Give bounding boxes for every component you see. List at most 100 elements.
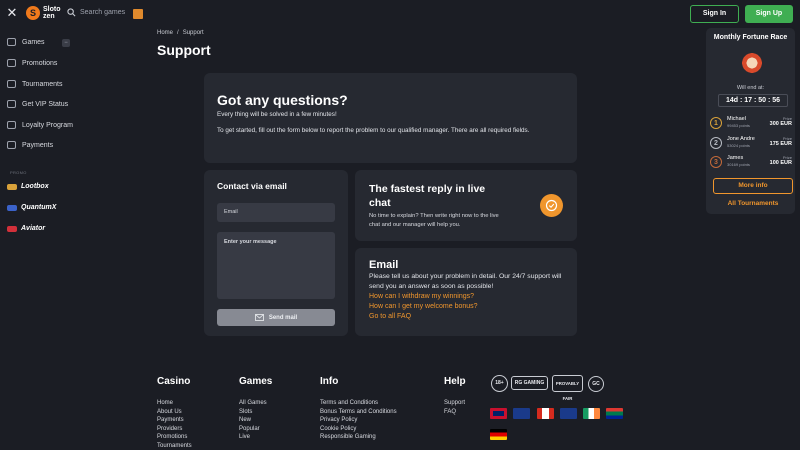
footer-link[interactable]: Popular xyxy=(239,425,267,434)
breadcrumb-current: Support xyxy=(182,30,204,36)
sidebar-item-vip[interactable]: Get VIP Status xyxy=(7,100,68,108)
footer-info-title: Info xyxy=(320,376,339,387)
questions-line2: To get started, fill out the form below … xyxy=(217,127,530,134)
gift-icon xyxy=(7,59,16,67)
footer-link[interactable]: Privacy Policy xyxy=(320,416,397,425)
rank-player-name: Michael xyxy=(727,116,746,122)
will-end-label: Will end at: xyxy=(736,85,765,91)
footer-link[interactable]: About Us xyxy=(157,408,192,417)
livechat-text: No time to explain? Then write right now… xyxy=(369,213,499,228)
race-timer: 14d : 17 : 50 : 56 xyxy=(718,94,788,107)
logo[interactable]: S Sloto zen xyxy=(26,6,69,20)
search-placeholder: Search games xyxy=(80,9,126,16)
rank-number: 2 xyxy=(710,137,722,149)
search-bar[interactable]: Search games xyxy=(67,8,125,17)
livechat-card: The fastest reply in live chat No time t… xyxy=(355,170,577,241)
flag-ireland-icon[interactable] xyxy=(583,408,600,419)
message-field[interactable]: Enter your message xyxy=(217,232,335,299)
rank-row: 3 James 30169 points Prize 100 EUR xyxy=(710,155,796,173)
footer-link[interactable]: All Games xyxy=(239,399,267,408)
questions-title: Got any questions? xyxy=(217,92,348,108)
promo-label: PROMO xyxy=(10,170,27,175)
rank-row: 2 Jone Andre 53024 points Prize 175 EUR xyxy=(710,136,796,154)
breadcrumb-home[interactable]: Home xyxy=(157,30,173,36)
sidebar-item-promotions[interactable]: Promotions xyxy=(7,59,57,67)
breadcrumb: Home / Support xyxy=(157,30,204,36)
footer-link[interactable]: Tournaments xyxy=(157,442,192,450)
footer-games-title: Games xyxy=(239,376,273,387)
rank-number: 1 xyxy=(710,117,722,129)
gaming-curacao-badge: GC xyxy=(588,376,604,392)
footer-link[interactable]: Terms and Conditions xyxy=(320,399,397,408)
search-icon xyxy=(67,8,76,17)
flag-south-africa-icon[interactable] xyxy=(606,408,623,419)
lootbox-icon xyxy=(7,183,17,190)
top-bar: ✕ S Sloto zen Search games Sign In Sign … xyxy=(0,0,800,28)
collapse-toggle-icon[interactable]: − xyxy=(62,39,70,47)
footer-link[interactable]: Providers xyxy=(157,425,192,434)
sidebar-item-tournaments[interactable]: Tournaments xyxy=(7,80,62,88)
more-info-button[interactable]: More info xyxy=(713,178,793,194)
livechat-title: The fastest reply in live chat xyxy=(369,183,486,209)
promo-label-text: Lootbox xyxy=(21,183,49,190)
email-card: Email Please tell us about your problem … xyxy=(355,248,577,336)
send-mail-label: Send mail xyxy=(268,314,298,321)
rank-row: 1 Michael 99453 points Prize 300 EUR xyxy=(710,116,796,134)
footer-link[interactable]: Live xyxy=(239,433,267,442)
faq-link-all[interactable]: Go to all FAQ xyxy=(369,312,411,322)
footer-link[interactable]: Slots xyxy=(239,408,267,417)
promo-aviator[interactable]: Aviator xyxy=(7,225,45,232)
footer-link[interactable]: Responsible Gaming xyxy=(320,433,397,442)
faq-link-bonus[interactable]: How can I get my welcome bonus? xyxy=(369,302,478,312)
footer-link[interactable]: Support xyxy=(444,399,465,408)
questions-line1: Every thing will be solved in a few minu… xyxy=(217,111,337,118)
quantumx-icon xyxy=(7,204,17,211)
flag-australia-icon[interactable] xyxy=(513,408,530,419)
sign-in-button[interactable]: Sign In xyxy=(690,5,739,23)
chat-icon xyxy=(545,199,558,212)
trophy-icon xyxy=(7,80,16,88)
footer-link[interactable]: Promotions xyxy=(157,433,192,442)
all-tournaments-link[interactable]: All Tournaments xyxy=(706,200,800,207)
tournament-emblem-icon xyxy=(738,52,766,74)
flag-canada-icon[interactable] xyxy=(537,408,554,419)
footer-link[interactable]: Cookie Policy xyxy=(320,425,397,434)
contact-card: Contact via email Email Enter your messa… xyxy=(204,170,348,336)
sidebar-item-label: Loyalty Program xyxy=(22,121,73,129)
logo-text: Sloto zen xyxy=(43,6,61,20)
flag-new-zealand-icon[interactable] xyxy=(560,408,577,419)
promo-lootbox[interactable]: Lootbox xyxy=(7,183,49,190)
sidebar-item-payments[interactable]: Payments xyxy=(7,141,53,149)
logo-mark-icon: S xyxy=(26,6,40,20)
footer-link[interactable]: FAQ xyxy=(444,408,465,417)
rank-player-points: 99453 points xyxy=(727,123,750,128)
sidebar-item-games[interactable]: Games xyxy=(7,38,45,46)
footer-info-links: Terms and Conditions Bonus Terms and Con… xyxy=(320,399,397,442)
sidebar-item-label: Promotions xyxy=(22,59,58,67)
breadcrumb-separator: / xyxy=(177,30,179,36)
rg-gaming-badge: RG GAMING xyxy=(511,376,548,390)
footer-link[interactable]: Payments xyxy=(157,416,192,425)
email-field[interactable]: Email xyxy=(217,203,335,222)
rank-prize-value: 100 EUR xyxy=(769,160,792,166)
sign-up-button[interactable]: Sign Up xyxy=(745,5,793,23)
gift-icon[interactable] xyxy=(133,9,143,19)
race-title: Monthly Fortune Race xyxy=(713,34,788,41)
gamepad-icon xyxy=(7,38,16,46)
contact-title: Contact via email xyxy=(217,181,287,191)
provably-fair-badge: PROVABLY FAIR xyxy=(552,375,583,401)
chat-button[interactable] xyxy=(540,194,563,217)
flag-uk-icon[interactable] xyxy=(490,408,507,419)
promo-quantumx[interactable]: QuantumX xyxy=(7,204,56,211)
sidebar-item-loyalty[interactable]: Loyalty Program xyxy=(7,121,73,129)
sidebar-item-label: Games xyxy=(22,38,45,46)
footer-link[interactable]: New xyxy=(239,416,267,425)
footer-casino-links: Home About Us Payments Providers Promoti… xyxy=(157,399,192,450)
send-mail-button[interactable]: Send mail xyxy=(217,309,335,326)
close-icon[interactable]: ✕ xyxy=(6,6,18,20)
flag-germany-icon[interactable] xyxy=(490,429,507,440)
footer-link[interactable]: Home xyxy=(157,399,192,408)
faq-link-withdraw[interactable]: How can I withdraw my winnings? xyxy=(369,292,474,302)
rank-player-name: James xyxy=(727,155,744,161)
footer-link[interactable]: Bonus Terms and Conditions xyxy=(320,408,397,417)
